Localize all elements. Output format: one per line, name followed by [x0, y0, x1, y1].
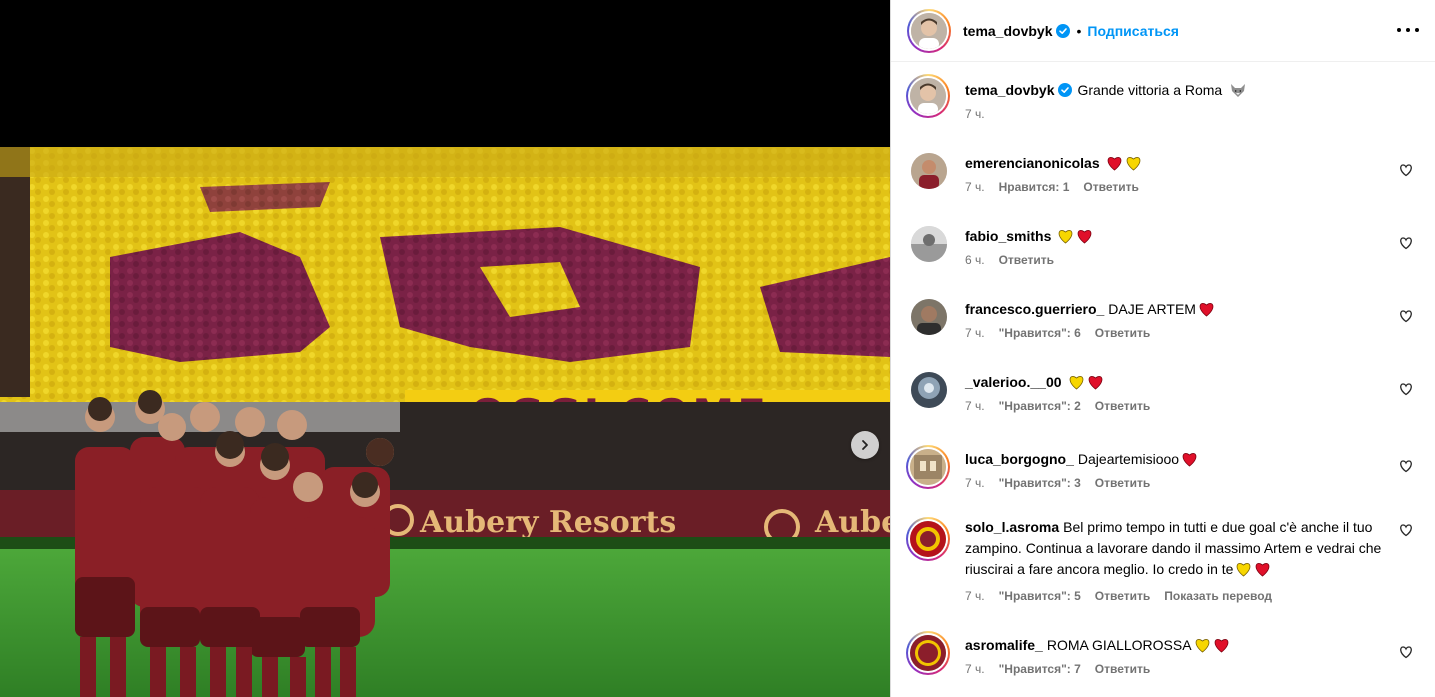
- commenter-avatar[interactable]: [906, 445, 950, 489]
- comment-row: _valerioo.__00 7 ч. "Нравится": 2 Ответи…: [907, 372, 1419, 430]
- like-comment-heart-icon[interactable]: [1399, 382, 1413, 396]
- comment-username[interactable]: solo_l.asroma: [965, 519, 1059, 535]
- yellow-heart-emoji-icon: [1237, 563, 1251, 577]
- commenter-photo: [911, 299, 947, 335]
- caption-author-avatar[interactable]: [906, 74, 950, 118]
- red-heart-emoji-icon: [1088, 376, 1102, 390]
- comment-username[interactable]: francesco.guerriero_: [965, 301, 1104, 317]
- reply-button[interactable]: Ответить: [1095, 662, 1150, 676]
- commenter-avatar[interactable]: [911, 299, 947, 335]
- comment-row: francesco.guerriero_ DAJE ARTEM 7 ч. "Нра…: [907, 299, 1419, 357]
- wolf-emoji-icon: [1231, 84, 1246, 97]
- more-dot-icon: [1406, 28, 1410, 32]
- comment-likes[interactable]: "Нравится": 3: [999, 476, 1081, 490]
- comment-likes[interactable]: "Нравится": 7: [999, 662, 1081, 676]
- yellow-heart-emoji-icon: [1059, 230, 1073, 244]
- reply-button[interactable]: Ответить: [1083, 180, 1138, 194]
- comment-text: DAJE ARTEM: [1108, 301, 1196, 317]
- comment-time: 7 ч.: [965, 589, 985, 603]
- roma-crest-photo: [910, 521, 946, 557]
- comment-username[interactable]: _valerioo.__00: [965, 374, 1062, 390]
- red-heart-emoji-icon: [1214, 639, 1228, 653]
- commenter-avatar[interactable]: [911, 153, 947, 189]
- yellow-heart-emoji-icon: [1126, 157, 1140, 171]
- comment-row: solo_l.asroma Bel primo tempo in tutti e …: [906, 517, 1419, 621]
- comment-time: 6 ч.: [965, 253, 985, 267]
- post-header: tema_dovbyk • Подписаться: [891, 0, 1435, 62]
- caption-username[interactable]: tema_dovbyk: [965, 82, 1054, 98]
- commenter-avatar[interactable]: [911, 372, 947, 408]
- post-side-panel: tema_dovbyk • Подписаться tema_dovbyk Gr…: [890, 0, 1435, 697]
- chevron-right-icon: [862, 440, 868, 450]
- comment-row: fabio_smiths 6 ч. Ответить: [907, 226, 1419, 284]
- next-photo-button[interactable]: [851, 431, 879, 459]
- comment-likes[interactable]: "Нравится": 2: [999, 399, 1081, 413]
- more-dot-icon: [1397, 28, 1401, 32]
- caption-time: 7 ч.: [965, 107, 985, 121]
- caption-text: Grande vittoria a Roma: [1077, 82, 1223, 98]
- comment-row: luca_borgogno_ Dajeartemisiooo 7 ч. "Нрав…: [906, 445, 1419, 505]
- post-caption: tema_dovbyk Grande vittoria a Roma 7 ч.: [906, 74, 1419, 138]
- more-dot-icon: [1415, 28, 1419, 32]
- separator-dot: •: [1076, 22, 1082, 39]
- commenter-photo: [910, 449, 946, 485]
- comment-username[interactable]: luca_borgogno_: [965, 451, 1074, 467]
- reply-button[interactable]: Ответить: [1095, 589, 1150, 603]
- yellow-heart-emoji-icon: [1195, 639, 1209, 653]
- comment-likes[interactable]: Нравится: 1: [999, 180, 1070, 194]
- roma-logo-photo: [910, 635, 946, 671]
- author-photo: [910, 78, 946, 114]
- comment-time: 7 ч.: [965, 662, 985, 676]
- verified-badge-icon: [1058, 83, 1073, 97]
- reply-button[interactable]: Ответить: [1095, 399, 1150, 413]
- verified-badge-icon: [1056, 23, 1071, 38]
- reply-button[interactable]: Ответить: [1095, 326, 1150, 340]
- comment-time: 7 ч.: [965, 399, 985, 413]
- commenter-avatar[interactable]: [906, 517, 950, 561]
- show-translation-button[interactable]: Показать перевод: [1164, 589, 1272, 603]
- comment-row: asromalife_ ROMA GIALLOROSSA 7 ч. "Нравит…: [906, 631, 1419, 689]
- comment-time: 7 ч.: [965, 476, 985, 490]
- comment-username[interactable]: fabio_smiths: [965, 228, 1051, 244]
- comment-row: emerencianonicolas 7 ч. Нравится: 1 Отве…: [907, 153, 1419, 211]
- commenter-avatar[interactable]: [906, 631, 950, 675]
- like-comment-heart-icon[interactable]: [1399, 163, 1413, 177]
- red-heart-emoji-icon: [1199, 303, 1214, 317]
- ad-board-text-2: Auber: [814, 505, 890, 540]
- more-options-button[interactable]: [1397, 20, 1419, 40]
- post-media: OGGI COME Aubery Resorts Auber: [0, 0, 890, 697]
- red-heart-emoji-icon: [1107, 157, 1121, 171]
- red-heart-emoji-icon: [1256, 563, 1270, 577]
- comment-username[interactable]: emerencianonicolas: [965, 155, 1100, 171]
- like-comment-heart-icon[interactable]: [1399, 459, 1413, 473]
- team-photo-image: OGGI COME Aubery Resorts Auber: [0, 147, 890, 697]
- follow-button[interactable]: Подписаться: [1087, 23, 1179, 39]
- like-comment-heart-icon[interactable]: [1399, 309, 1413, 323]
- commenter-avatar[interactable]: [911, 226, 947, 262]
- author-username[interactable]: tema_dovbyk: [963, 23, 1052, 39]
- author-avatar[interactable]: [907, 8, 951, 53]
- red-heart-emoji-icon: [1182, 453, 1197, 467]
- comment-likes[interactable]: "Нравится": 5: [999, 589, 1081, 603]
- commenter-photo: [911, 372, 947, 408]
- commenter-photo: [911, 153, 947, 189]
- comment-time: 7 ч.: [965, 326, 985, 340]
- like-comment-heart-icon[interactable]: [1399, 645, 1413, 659]
- comment-username[interactable]: asromalife_: [965, 637, 1043, 653]
- comment-text: ROMA GIALLOROSSA: [1046, 637, 1192, 653]
- author-photo: [911, 12, 947, 49]
- like-comment-heart-icon[interactable]: [1399, 236, 1413, 250]
- comments-list: tema_dovbyk Grande vittoria a Roma 7 ч.: [891, 62, 1435, 689]
- ad-board-text: Aubery Resorts: [419, 505, 676, 540]
- comment-time: 7 ч.: [965, 180, 985, 194]
- comment-text: Dajeartemisiooo: [1077, 451, 1180, 467]
- commenter-photo: [911, 226, 947, 262]
- like-comment-heart-icon[interactable]: [1399, 523, 1413, 537]
- reply-button[interactable]: Ответить: [1095, 476, 1150, 490]
- post-photo: OGGI COME Aubery Resorts Auber: [0, 147, 890, 697]
- yellow-heart-emoji-icon: [1069, 376, 1083, 390]
- comment-likes[interactable]: "Нравится": 6: [999, 326, 1081, 340]
- reply-button[interactable]: Ответить: [999, 253, 1054, 267]
- red-heart-emoji-icon: [1078, 230, 1092, 244]
